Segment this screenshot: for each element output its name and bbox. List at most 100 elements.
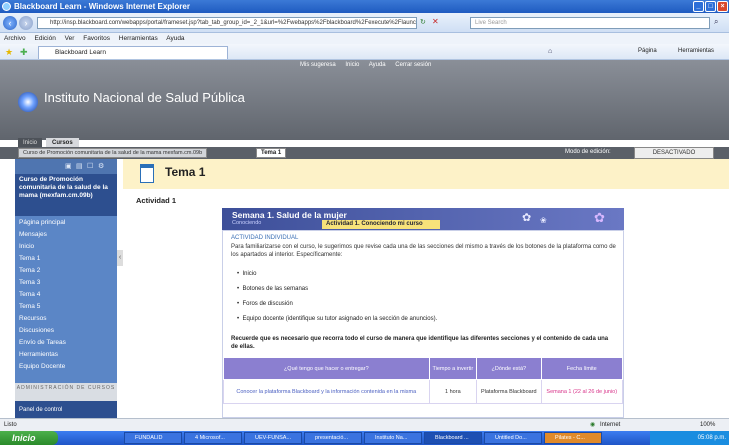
table-header: Fecha límite <box>540 357 623 380</box>
taskbar-button[interactable]: Pilates - C... <box>544 432 602 444</box>
sidebar-item-pagina-principal[interactable]: Página principal <box>19 217 115 229</box>
sidebar-item-tema-2[interactable]: Tema 2 <box>19 265 115 277</box>
section-header: ACTIVIDAD INDIVIDUAL <box>231 235 299 241</box>
banner-subtitle: Conociendo <box>232 220 262 226</box>
course-title-box[interactable]: Curso de Promoción comunitaria de la sal… <box>15 174 117 216</box>
tab-blackboard[interactable]: Blackboard Learn <box>38 46 228 59</box>
settings-icon[interactable]: ⚙ <box>98 162 104 170</box>
taskbar-button[interactable]: 4 Microsof... <box>184 432 242 444</box>
list-item: • Botones de las semanas <box>237 286 309 292</box>
sidebar-item-tema-1[interactable]: Tema 1 <box>19 253 115 265</box>
week-banner: Semana 1. Salud de la mujer Conociendo A… <box>222 208 624 230</box>
sidebar-item-mensajes[interactable]: Mensajes <box>19 229 115 241</box>
sidebar-item-herramientas[interactable]: Herramientas <box>19 349 115 361</box>
page-menu[interactable]: Página <box>638 48 657 54</box>
bb-header: Mis sugeresa Inicio Ayuda Cerrar sesión … <box>0 60 729 140</box>
back-button[interactable]: ‹ <box>3 16 17 30</box>
activity-table: ¿Qué tengo que hacer o entregar? Tiempo … <box>223 357 623 404</box>
edit-mode-toggle[interactable]: DESACTIVADO <box>634 147 714 159</box>
activity-content: ACTIVIDAD INDIVIDUAL Para familiarizarse… <box>222 230 624 418</box>
sidebar-item-equipo-docente[interactable]: Equipo Docente <box>19 361 115 373</box>
refresh-menu-icon[interactable]: ▣ <box>65 162 72 170</box>
taskbar-button[interactable]: FUNDALID <box>124 432 182 444</box>
favorites-star-icon[interactable]: ★ <box>5 47 13 58</box>
address-toolbar: ‹ › http://insp.blackboard.com/webapps/p… <box>0 13 729 33</box>
activity-title: Actividad 1 <box>136 196 177 205</box>
search-input[interactable]: Live Search <box>470 17 710 29</box>
ie-icon <box>2 2 11 11</box>
list-item: • Foros de discusión <box>237 301 293 307</box>
minimize-icon[interactable]: _ <box>693 1 704 12</box>
menu-edicion[interactable]: Edición <box>35 35 56 42</box>
menu-bar: Archivo Edición Ver Favoritos Herramient… <box>0 33 729 44</box>
maximize-icon[interactable]: □ <box>705 1 716 12</box>
sidebar-item-tema-3[interactable]: Tema 3 <box>19 277 115 289</box>
breadcrumb-course[interactable]: Curso de Promoción comunitaria de la sal… <box>18 148 208 158</box>
table-cell-link[interactable]: Conocer la plataforma Blackboard y la in… <box>223 379 430 404</box>
refresh-icon[interactable]: ↻ <box>420 18 426 26</box>
tools-menu[interactable]: Herramientas <box>678 48 714 54</box>
internet-zone-icon: ◉ <box>590 422 596 428</box>
taskbar-button[interactable]: presentació... <box>304 432 362 444</box>
reminder-text: Recuerde que es necesario que recorra to… <box>231 336 609 350</box>
system-tray: 05:08 p.m. <box>650 431 729 445</box>
sidebar-item-tema-4[interactable]: Tema 4 <box>19 289 115 301</box>
list-item: • Inicio <box>237 271 257 277</box>
sidebar-item-tema-5[interactable]: Tema 5 <box>19 301 115 313</box>
link-inicio[interactable]: Inicio <box>345 62 359 68</box>
table-header: ¿Dónde está? <box>476 357 542 380</box>
clock: 05:08 p.m. <box>697 435 726 441</box>
window-titlebar: Blackboard Learn - Windows Internet Expl… <box>0 0 729 13</box>
banner-title: Semana 1. Salud de la mujer <box>232 210 347 220</box>
sidebar-item-discusiones[interactable]: Discusiones <box>19 325 115 337</box>
taskbar-button[interactable]: Untitled Do... <box>484 432 542 444</box>
add-favorite-icon[interactable]: ✚ <box>20 47 28 58</box>
flower-icon: ✿ <box>522 212 532 224</box>
menu-toolbar: ▣ ▤ ☐ ⚙ <box>15 159 117 174</box>
search-icon[interactable]: ⌕ <box>714 17 718 27</box>
folder-view-icon[interactable]: ▤ <box>76 162 83 170</box>
forward-button[interactable]: › <box>19 16 33 30</box>
institution-name: Instituto Nacional de Salud Pública <box>44 90 245 105</box>
document-icon <box>140 164 154 183</box>
table-header: ¿Qué tengo que hacer o entregar? <box>223 357 430 380</box>
menu-ayuda[interactable]: Ayuda <box>166 35 184 42</box>
list-view-icon[interactable]: ☐ <box>87 162 93 170</box>
table-row: Conocer la plataforma Blackboard y la in… <box>223 379 623 404</box>
window-title: Blackboard Learn - Windows Internet Expl… <box>14 2 190 11</box>
start-button[interactable]: Inicio <box>0 431 58 445</box>
close-icon[interactable]: × <box>717 1 728 12</box>
zone-text: Internet <box>600 422 621 428</box>
panel-de-control-link[interactable]: Panel de control <box>15 401 117 418</box>
sidebar-item-envio-de-tareas[interactable]: Envío de Tareas <box>19 337 115 349</box>
flower-icon: ✿ <box>594 210 605 225</box>
tab-bar: ★ ✚ Blackboard Learn ⌂ Página Herramient… <box>0 44 729 60</box>
intro-text: Para familiarizarse con el curso, le sug… <box>231 244 616 258</box>
menu-herramientas[interactable]: Herramientas <box>119 35 158 42</box>
link-cerrar-sesion[interactable]: Cerrar sesión <box>395 62 431 68</box>
page-title-band <box>123 159 729 189</box>
page-title: Tema 1 <box>165 165 206 179</box>
taskbar-button[interactable]: UEV-FUNSA... <box>244 432 302 444</box>
breadcrumb-current: Tema 1 <box>256 148 287 158</box>
table-header-row: ¿Qué tengo que hacer o entregar? Tiempo … <box>223 357 623 380</box>
link-ayuda[interactable]: Ayuda <box>369 62 386 68</box>
table-header: Tiempo a invertir <box>428 357 478 380</box>
menu-archivo[interactable]: Archivo <box>4 35 26 42</box>
menu-favoritos[interactable]: Favoritos <box>83 35 110 42</box>
table-cell: Semana 1 (22 al 26 de junio) <box>540 379 623 404</box>
table-cell: 1 hora <box>428 379 478 404</box>
sidebar-item-recursos[interactable]: Recursos <box>19 313 115 325</box>
institution-logo <box>18 92 38 112</box>
header-links: Mis sugeresa Inicio Ayuda Cerrar sesión <box>300 62 439 68</box>
link-mis-sugeresa[interactable]: Mis sugeresa <box>300 62 336 68</box>
flower-icon: ❀ <box>540 216 547 225</box>
menu-ver[interactable]: Ver <box>65 35 75 42</box>
sidebar-item-inicio[interactable]: Inicio <box>19 241 115 253</box>
stop-icon[interactable]: ✕ <box>432 17 439 26</box>
zoom-level[interactable]: 100% <box>700 419 715 431</box>
home-icon[interactable]: ⌂ <box>548 48 552 55</box>
address-input[interactable]: http://insp.blackboard.com/webapps/porta… <box>37 17 417 29</box>
taskbar-button[interactable]: Instituto Na... <box>364 432 422 444</box>
taskbar-button[interactable]: Blackboard ... <box>424 432 482 444</box>
